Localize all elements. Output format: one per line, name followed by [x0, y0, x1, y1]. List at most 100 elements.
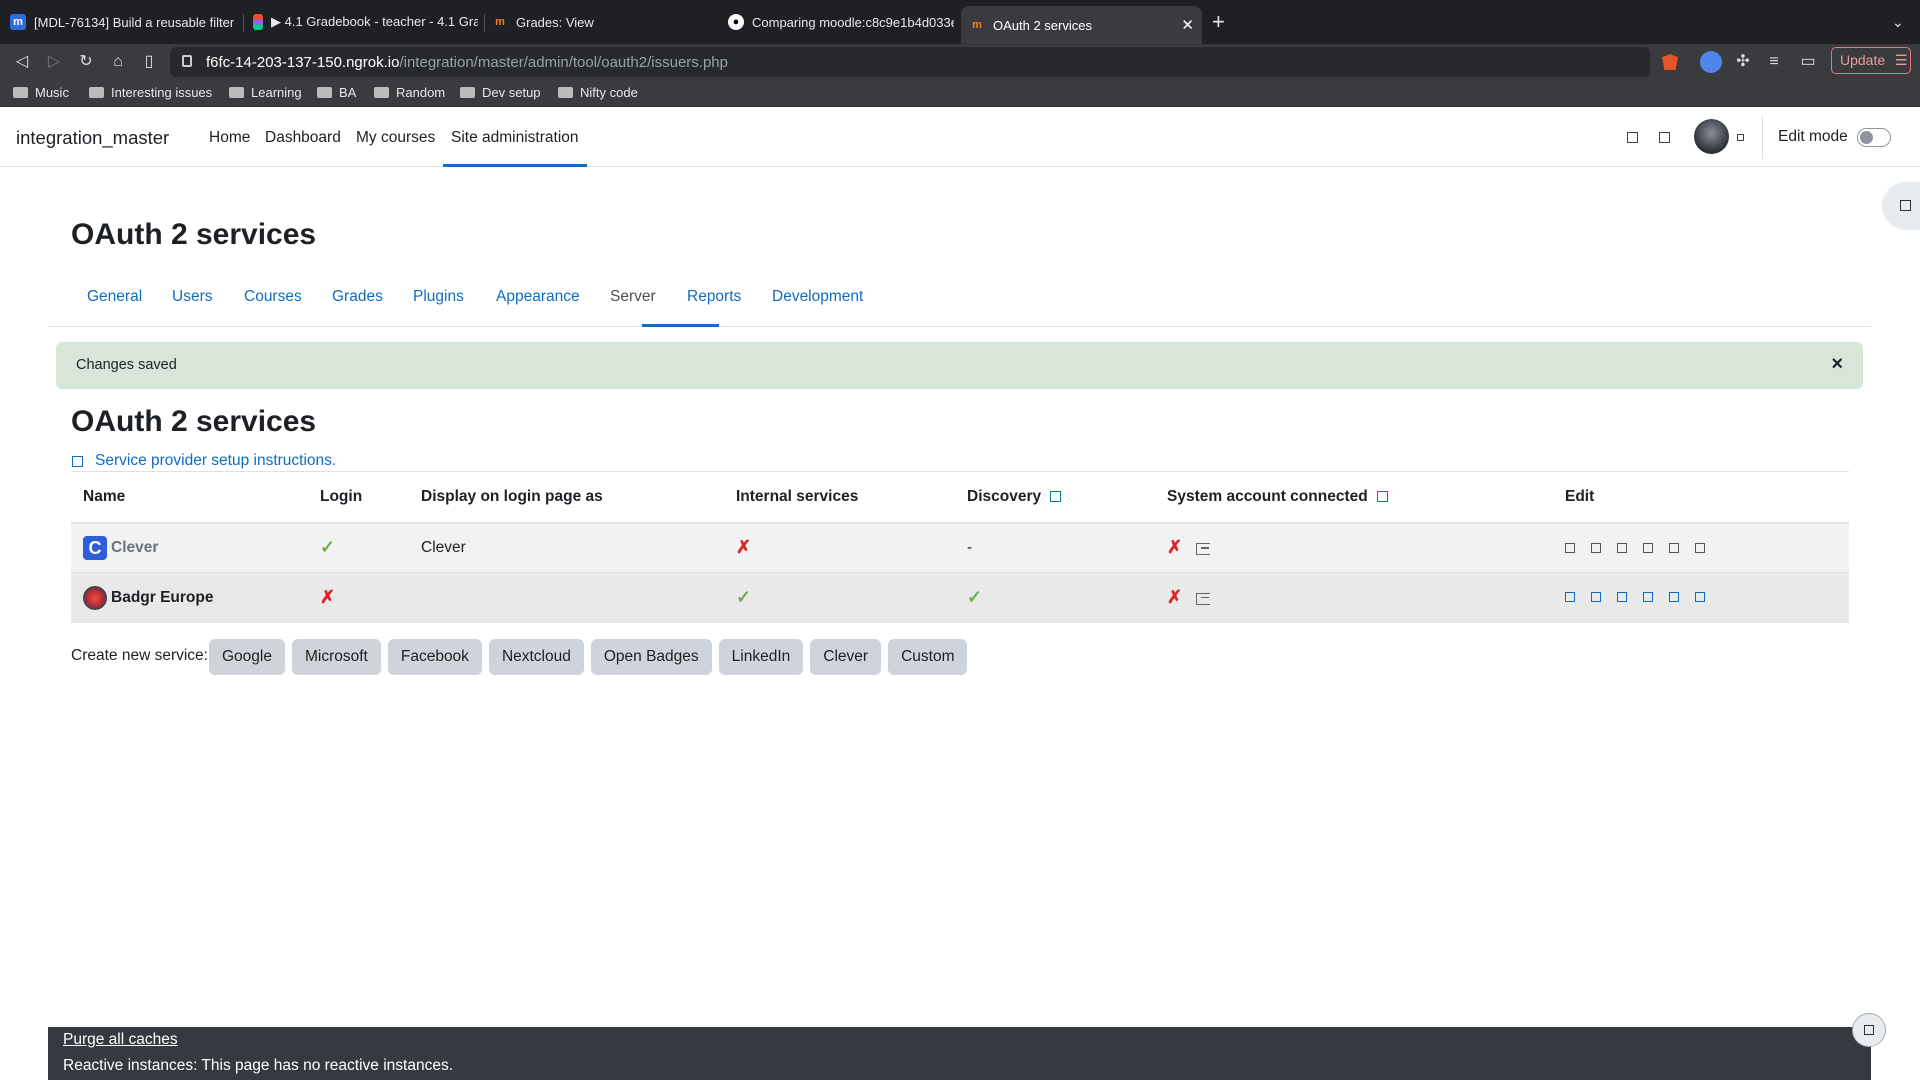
move-icon[interactable] — [1643, 592, 1653, 603]
cross-icon[interactable]: ✗ — [320, 587, 335, 607]
create-facebook-button[interactable]: Facebook — [387, 639, 482, 675]
browser-tab[interactable]: ▶ 4.1 Gradebook - teacher - 4.1 Gra — [253, 0, 478, 44]
url-host: f6fc-14-203-137-150.ngrok.io — [206, 54, 400, 71]
footer-help-button[interactable] — [1852, 1013, 1886, 1047]
configure-icon[interactable] — [1565, 542, 1575, 553]
move-icon[interactable] — [1643, 542, 1653, 553]
endpoints-icon[interactable] — [1591, 592, 1601, 603]
create-nextcloud-button[interactable]: Nextcloud — [488, 639, 584, 675]
tab-general[interactable]: General — [87, 288, 142, 306]
create-open-badges-button[interactable]: Open Badges — [590, 639, 712, 675]
delete-icon[interactable] — [1695, 592, 1705, 603]
browser-tab[interactable]: ● Comparing moodle:c8c9e1b4d033e — [728, 0, 954, 44]
bookmark-folder[interactable]: Dev setup — [460, 85, 541, 100]
service-name[interactable]: Badgr Europe — [111, 589, 213, 606]
enable-icon[interactable] — [1669, 592, 1679, 603]
address-bar[interactable]: f6fc-14-203-137-150.ngrok.io/integration… — [170, 47, 1650, 77]
wallet-icon[interactable]: ▭ — [1799, 53, 1817, 71]
close-icon[interactable]: × — [1831, 353, 1843, 376]
media-queue-icon[interactable]: ≡ — [1765, 53, 1783, 71]
brave-shield-icon[interactable] — [1662, 54, 1678, 70]
col-name: Name — [71, 471, 308, 524]
bookmark-folder[interactable]: Nifty code — [558, 85, 638, 100]
system-account-help-icon[interactable] — [1376, 491, 1388, 503]
drawer-icon — [1900, 200, 1911, 211]
tab-users[interactable]: Users — [172, 288, 212, 306]
discovery-help-icon[interactable] — [1050, 491, 1062, 503]
cell-name: C Clever — [71, 522, 308, 573]
back-icon[interactable]: ◁ — [13, 53, 31, 71]
cell-login: ✓ — [308, 522, 409, 573]
create-service-label: Create new service: — [71, 647, 208, 664]
bookmark-icon[interactable]: ▯ — [140, 53, 158, 71]
browser-tab[interactable]: m [MDL-76134] Build a reusable filter — [10, 0, 236, 44]
bookmark-label: Interesting issues — [111, 85, 213, 100]
tab-server[interactable]: Server — [610, 288, 656, 306]
create-microsoft-button[interactable]: Microsoft — [291, 639, 381, 675]
help-icon — [1864, 1025, 1874, 1035]
endpoints-icon[interactable] — [1591, 542, 1601, 553]
avatar[interactable] — [1694, 119, 1729, 154]
bookmark-folder[interactable]: Random — [374, 85, 445, 100]
site-name[interactable]: integration_master — [16, 127, 169, 149]
check-icon: ✓ — [736, 587, 752, 607]
open-block-drawer-button[interactable] — [1882, 182, 1920, 230]
tab-title: ▶ 4.1 Gradebook - teacher - 4.1 Gra — [271, 14, 478, 29]
nav-home[interactable]: Home — [209, 129, 250, 147]
messages-icon[interactable] — [1659, 132, 1670, 143]
cell-discovery: - — [955, 522, 1155, 573]
tab-grades[interactable]: Grades — [332, 288, 383, 306]
folder-icon — [317, 87, 332, 98]
bookmark-folder[interactable]: BA — [317, 85, 356, 100]
close-tab-icon[interactable]: ✕ — [1181, 16, 1194, 34]
tab-plugins[interactable]: Plugins — [413, 288, 464, 306]
home-icon[interactable]: ⌂ — [109, 53, 127, 71]
cell-internal: ✓ — [724, 572, 955, 623]
create-linkedin-button[interactable]: LinkedIn — [718, 639, 804, 675]
tab-development[interactable]: Development — [772, 288, 863, 306]
section-title: OAuth 2 services — [71, 405, 317, 438]
create-custom-button[interactable]: Custom — [888, 639, 968, 675]
menu-icon: ☰ — [1895, 52, 1908, 68]
user-field-mappings-icon[interactable] — [1617, 592, 1627, 603]
bookmark-folder[interactable]: Learning — [229, 85, 302, 100]
translate-extension-icon[interactable] — [1700, 51, 1722, 73]
nav-my-courses[interactable]: My courses — [356, 129, 435, 147]
browser-tab[interactable]: m Grades: View — [492, 0, 717, 44]
delete-icon[interactable] — [1695, 542, 1705, 553]
connect-system-account-icon[interactable] — [1196, 592, 1211, 605]
tab-list-chevron-icon[interactable]: ⌄ — [1892, 0, 1908, 44]
extensions-puzzle-icon[interactable]: ✣ — [1734, 53, 1752, 71]
connect-system-account-icon[interactable] — [1196, 543, 1211, 556]
edit-mode-toggle[interactable] — [1857, 128, 1891, 147]
check-icon[interactable]: ✓ — [320, 537, 335, 557]
create-service-buttons: Google Microsoft Facebook Nextcloud Open… — [209, 639, 968, 675]
browser-tab-active[interactable]: m OAuth 2 services ✕ — [961, 6, 1202, 44]
setup-instructions-link[interactable]: Service provider setup instructions. — [72, 452, 336, 470]
create-google-button[interactable]: Google — [209, 639, 285, 675]
setup-link-text: Service provider setup instructions. — [95, 452, 337, 469]
nav-site-administration[interactable]: Site administration — [451, 129, 579, 147]
new-tab-button[interactable]: + — [1212, 0, 1232, 44]
edit-mode-label: Edit mode — [1778, 128, 1848, 145]
forward-icon[interactable]: ▷ — [45, 53, 63, 71]
notifications-icon[interactable] — [1627, 132, 1638, 143]
secondary-navigation: General Users Courses Grades Plugins App… — [48, 278, 1871, 327]
tab-appearance[interactable]: Appearance — [496, 288, 580, 306]
update-button[interactable]: Update ☰ — [1831, 47, 1911, 74]
configure-icon[interactable] — [1565, 592, 1575, 603]
purge-caches-link[interactable]: Purge all caches — [63, 1031, 178, 1049]
enable-icon[interactable] — [1669, 542, 1679, 553]
tab-courses[interactable]: Courses — [244, 288, 302, 306]
reload-icon[interactable]: ↻ — [77, 53, 95, 71]
service-name[interactable]: Clever — [111, 539, 158, 556]
bookmark-folder[interactable]: Interesting issues — [89, 85, 212, 100]
nav-dashboard[interactable]: Dashboard — [265, 129, 341, 147]
url-path: /integration/master/admin/tool/oauth2/is… — [399, 54, 728, 71]
bookmark-folder[interactable]: Music — [13, 85, 69, 100]
tab-reports[interactable]: Reports — [687, 288, 741, 306]
user-field-mappings-icon[interactable] — [1617, 542, 1627, 553]
moodle-favicon-icon: m — [10, 14, 26, 30]
user-menu-caret-icon[interactable] — [1737, 134, 1744, 141]
create-clever-button[interactable]: Clever — [810, 639, 882, 675]
